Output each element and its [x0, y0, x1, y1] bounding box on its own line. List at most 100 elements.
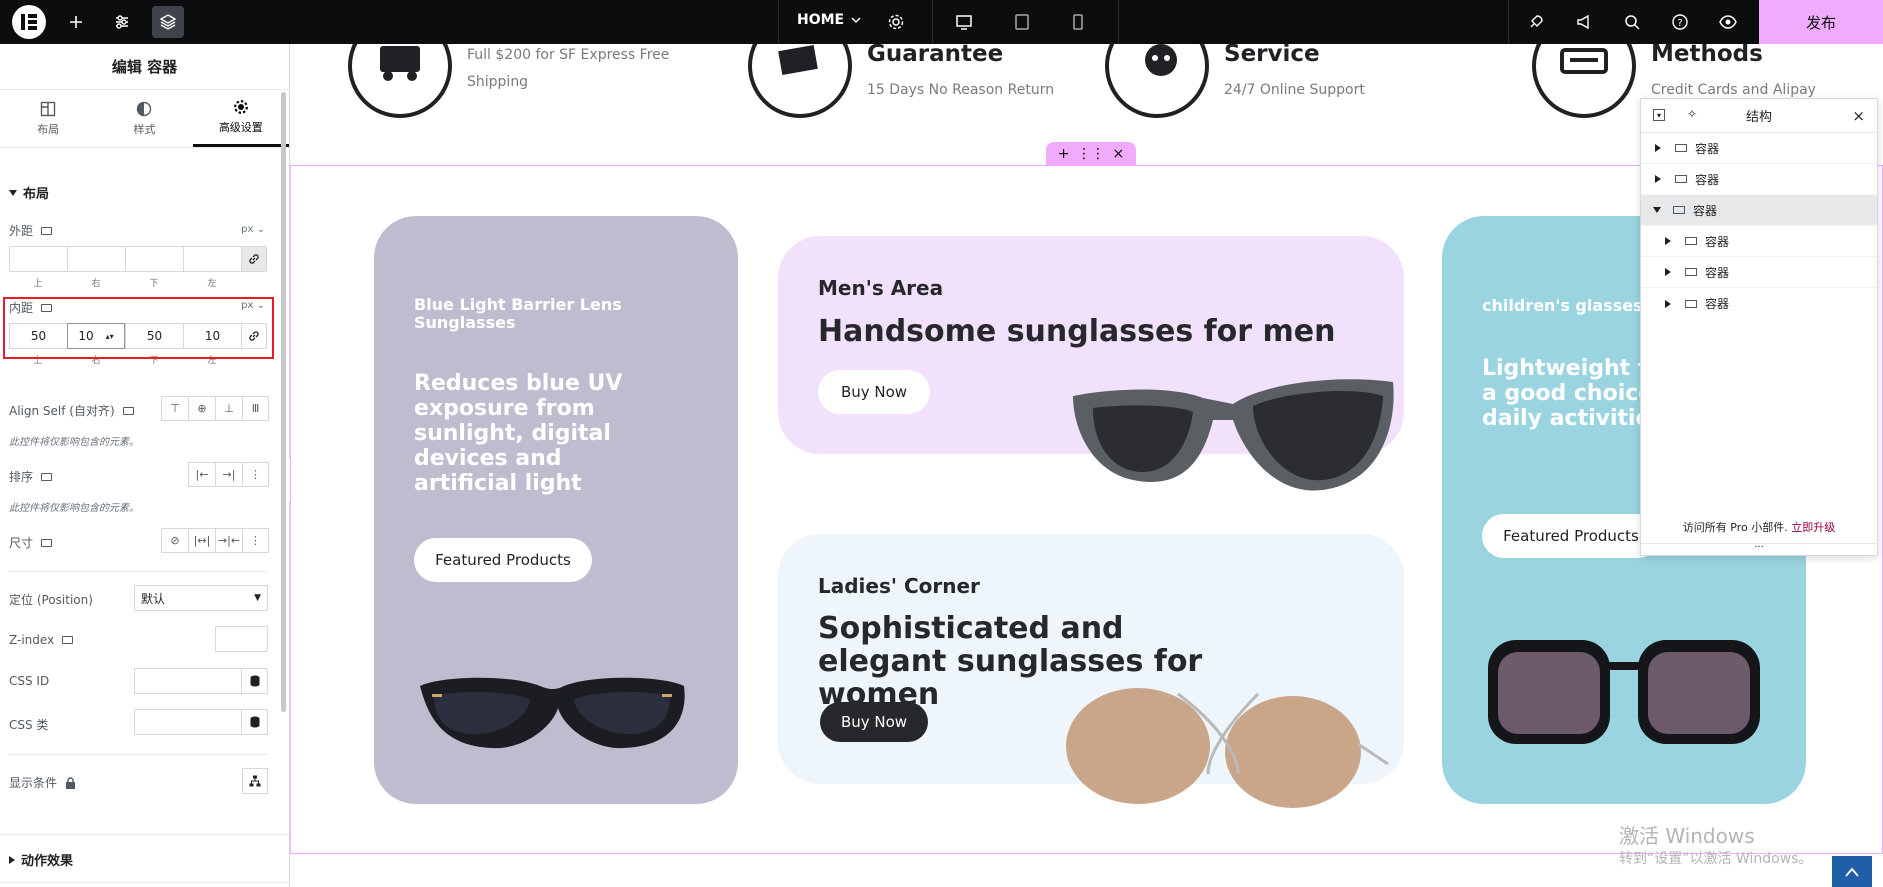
order-label: 排序 [9, 470, 34, 484]
search-icon [1625, 15, 1640, 30]
tab-layout[interactable]: 布局 [0, 90, 96, 147]
structure-child-item[interactable]: 容器 [1641, 288, 1877, 319]
monitor-icon[interactable] [62, 636, 74, 644]
caret-right-icon[interactable] [1665, 237, 1671, 245]
caret-right-icon[interactable] [1665, 299, 1671, 308]
position-select[interactable]: 默认 ▼ [134, 585, 268, 611]
caret-right-icon[interactable] [1655, 175, 1661, 183]
mobile-view-button[interactable] [1062, 6, 1094, 38]
margin-unit-select[interactable]: px ⌄ [241, 224, 265, 235]
margin-label: 外距 [9, 224, 34, 238]
position-value: 默认 [141, 591, 166, 606]
zindex-input[interactable] [215, 626, 268, 652]
align-self-note: 此控件将仅影响包含的元素。 [9, 437, 139, 448]
structure-item[interactable]: 容器 [1641, 164, 1877, 195]
margin-label-row: 外距 [9, 222, 53, 239]
display-conditions-button[interactable] [242, 768, 268, 794]
close-icon[interactable]: × [1112, 146, 1124, 162]
margin-top-input[interactable] [9, 246, 67, 272]
cssid-input[interactable] [134, 668, 242, 694]
layout-section-toggle[interactable]: 布局 [9, 183, 49, 202]
more-options-icon[interactable]: ⋮ [242, 528, 269, 553]
order-start-icon[interactable]: |← [188, 462, 215, 487]
elementor-logo-button[interactable] [12, 5, 46, 39]
tab-advanced[interactable]: 高级设置 [192, 90, 289, 147]
tablet-view-button[interactable] [1006, 6, 1038, 38]
gear-icon [888, 14, 904, 30]
windows-watermark-subtitle: 转到“设置”以激活 Windows。 [1619, 851, 1813, 867]
margin-bottom-input[interactable] [125, 246, 183, 272]
dynamic-tags-button[interactable] [242, 668, 268, 694]
cssclass-input[interactable] [134, 709, 242, 735]
launch-button[interactable] [1520, 6, 1552, 38]
upgrade-link[interactable]: 立即升级 [1791, 521, 1835, 534]
layout-section-title: 布局 [23, 187, 50, 202]
structure-item-label: 容器 [1705, 265, 1730, 280]
motion-effects-toggle[interactable]: 动作效果 [9, 850, 73, 869]
collapse-all-icon[interactable]: ▾ [1653, 109, 1665, 121]
help-button[interactable]: ? [1664, 6, 1696, 38]
resize-handle[interactable]: ··· [1641, 543, 1877, 555]
caret-right-icon[interactable] [1665, 268, 1671, 276]
structure-child-item[interactable]: 容器 [1641, 226, 1877, 257]
margin-left-input[interactable] [183, 246, 241, 272]
add-element-button[interactable] [60, 6, 92, 38]
help-icon: ? [1672, 14, 1688, 30]
publish-button[interactable]: 发布 [1759, 0, 1883, 44]
panel-scrollbar[interactable] [281, 92, 286, 712]
margin-side-labels: 上 右 下 左 [9, 276, 241, 289]
monitor-icon[interactable] [41, 538, 53, 547]
structure-child-item[interactable]: 容器 [1641, 257, 1877, 288]
scroll-to-top-button[interactable] [1832, 856, 1872, 887]
margin-right-input[interactable] [67, 246, 125, 272]
no-size-icon[interactable]: ⊘ [161, 528, 188, 553]
structure-item-selected[interactable]: 容器 [1641, 195, 1877, 226]
align-center-icon[interactable]: ⊕ [188, 396, 215, 421]
monitor-icon[interactable] [41, 226, 53, 235]
zindex-label: Z-index [9, 633, 55, 647]
megaphone-icon [1577, 14, 1589, 30]
dynamic-tags-button[interactable] [242, 709, 268, 735]
caret-down-icon[interactable] [1653, 207, 1661, 213]
structure-item[interactable]: 容器 [1641, 133, 1877, 164]
monitor-icon[interactable] [41, 472, 53, 481]
structure-button[interactable] [152, 6, 184, 38]
order-buttons: |← →| ⋮ [188, 462, 269, 487]
close-icon[interactable]: × [1852, 107, 1865, 125]
notifications-button[interactable] [1568, 6, 1600, 38]
align-self-buttons: ⊤ ⊕ ⊥ Ⅲ [161, 396, 269, 421]
container-icon [1685, 299, 1697, 308]
database-icon [250, 675, 259, 687]
search-button[interactable] [1616, 6, 1648, 38]
align-start-icon[interactable]: ⊤ [161, 396, 188, 421]
order-end-icon[interactable]: →| [215, 462, 242, 487]
more-options-icon[interactable]: ⋮ [242, 462, 269, 487]
margin-link-button[interactable] [241, 246, 267, 272]
windows-watermark-title: 激活 Windows [1619, 824, 1755, 848]
sitemap-icon [249, 775, 261, 787]
structure-footer: 访问所有 Pro 小部件. 立即升级 [1641, 519, 1877, 535]
structure-item-label: 容器 [1705, 297, 1730, 311]
monitor-icon[interactable] [122, 406, 134, 415]
align-stretch-icon[interactable]: Ⅲ [242, 396, 269, 421]
align-end-icon[interactable]: ⊥ [215, 396, 242, 421]
page-selector[interactable]: HOME [797, 12, 862, 28]
page-settings-button[interactable] [880, 6, 912, 38]
feature-payment-title: Methods [1651, 44, 1763, 67]
desktop-view-button[interactable] [948, 6, 980, 38]
site-settings-button[interactable] [106, 6, 138, 38]
feature-guarantee-title: Guarantee [867, 44, 1004, 67]
display-conditions-row: 显示条件 [9, 774, 76, 791]
side-top-label: 上 [33, 279, 43, 289]
shrink-icon[interactable]: →|← [215, 528, 242, 553]
zindex-row: Z-index [9, 633, 74, 647]
structure-header[interactable]: ▾ ✧ 结构 × [1641, 99, 1877, 133]
add-icon[interactable]: + [1058, 146, 1070, 162]
drag-handle-icon[interactable]: ⋮⋮ [1077, 146, 1105, 162]
grow-icon[interactable]: |↔| [188, 528, 215, 553]
preview-button[interactable] [1712, 6, 1744, 38]
caret-right-icon[interactable] [1655, 144, 1661, 152]
tab-style[interactable]: 样式 [96, 90, 192, 147]
container-icon [1675, 144, 1687, 152]
magic-icon[interactable]: ✧ [1687, 107, 1697, 121]
